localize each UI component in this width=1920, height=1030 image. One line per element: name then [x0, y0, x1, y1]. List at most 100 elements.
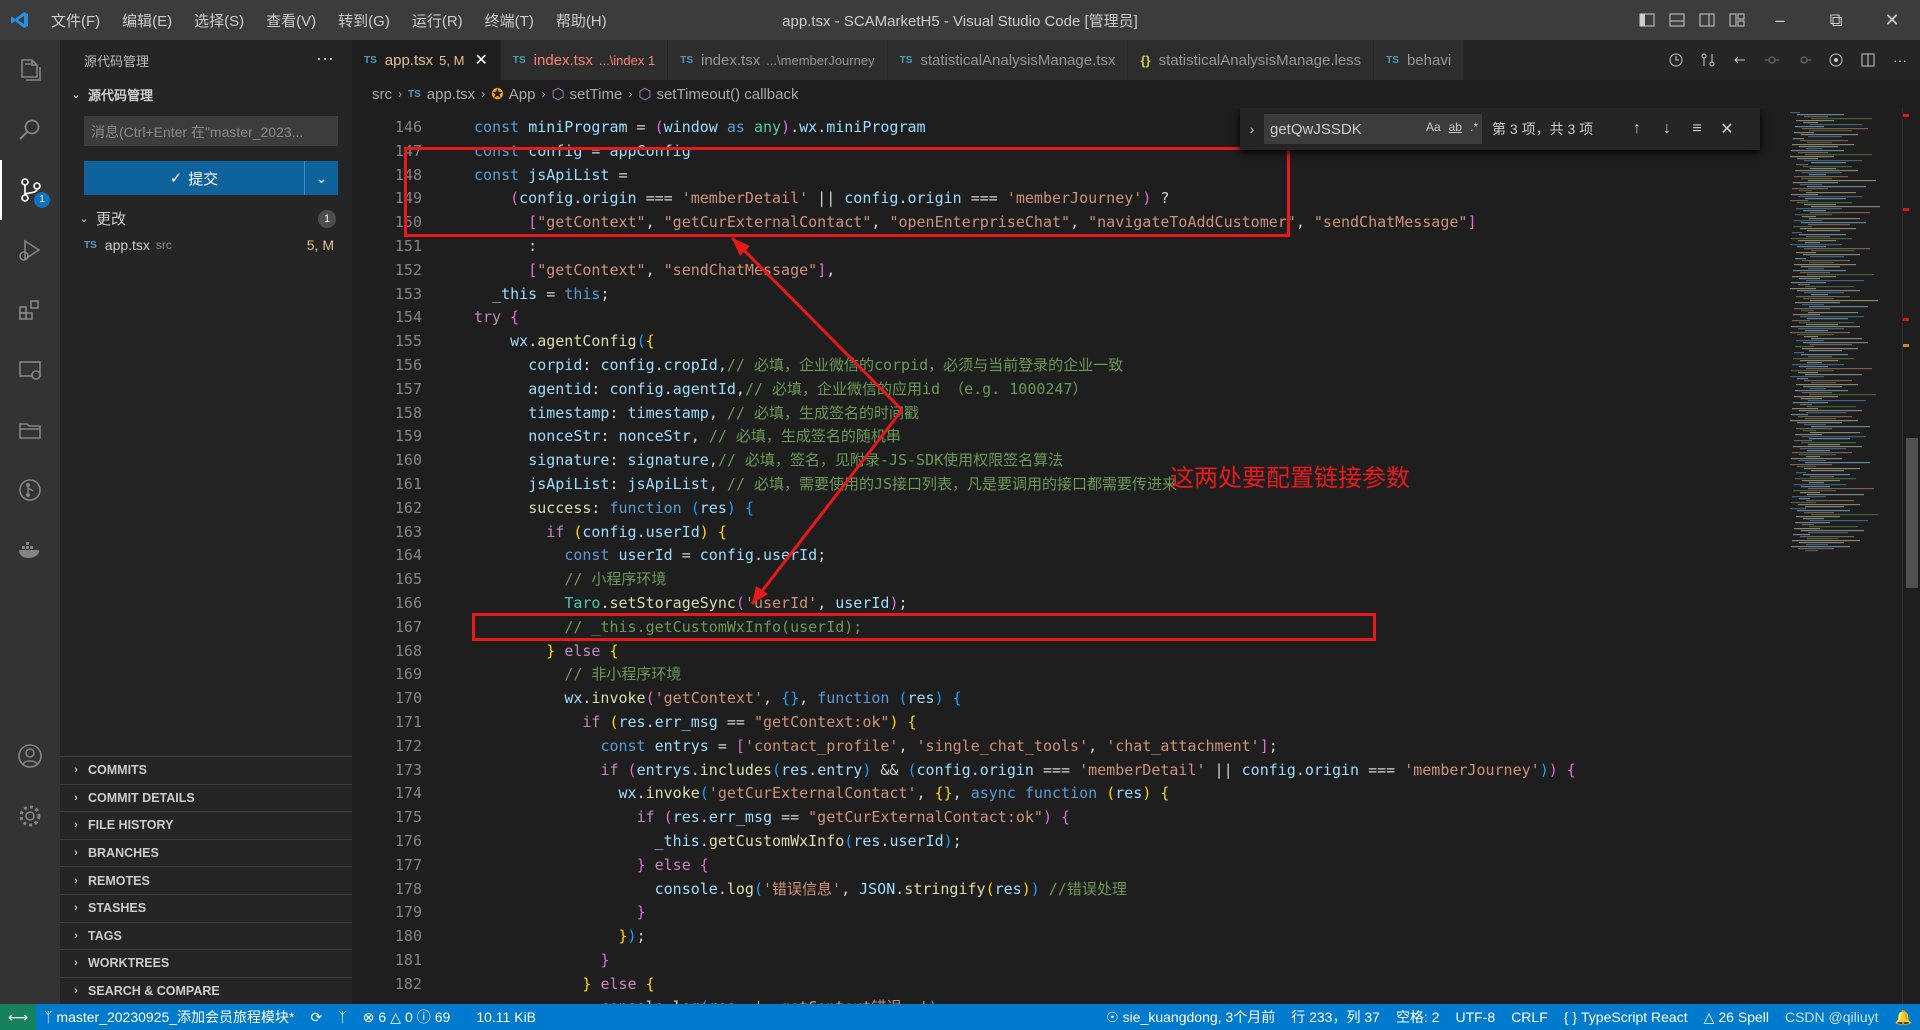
cursor-position[interactable]: 行 233，列 37: [1283, 1007, 1388, 1027]
minimap-line: [1798, 372, 1818, 374]
encoding[interactable]: UTF-8: [1448, 1009, 1504, 1025]
section-commit-details[interactable]: › COMMIT DETAILS: [60, 783, 352, 812]
section-tags[interactable]: › TAGS: [60, 921, 352, 950]
tab-statistical-analysis-less[interactable]: {} statisticalAnalysisManage.less: [1128, 40, 1375, 80]
changes-group[interactable]: ⌄ 更改 1: [60, 204, 352, 232]
folder-icon[interactable]: [0, 400, 60, 460]
git-lens-icon[interactable]: [1820, 40, 1852, 80]
next-change-icon[interactable]: [1788, 40, 1820, 80]
menu-edit[interactable]: 编辑(E): [111, 10, 183, 31]
close-tab-icon[interactable]: ✕: [474, 50, 487, 70]
git-graph-icon[interactable]: [0, 460, 60, 520]
menu-view[interactable]: 查看(V): [255, 10, 327, 31]
use-regex-icon[interactable]: .*: [1470, 120, 1478, 134]
problems-status[interactable]: ⊗ 6 △ 0 ⓘ 69: [355, 1007, 459, 1027]
minimap[interactable]: [1786, 108, 1902, 1004]
line-number: 180: [394, 927, 422, 946]
end-of-line[interactable]: CRLF: [1503, 1009, 1556, 1025]
menu-go[interactable]: 转到(G): [327, 10, 401, 31]
close-find-icon[interactable]: ✕: [1712, 119, 1742, 139]
scrollbar-thumb[interactable]: [1906, 438, 1918, 588]
blame-status[interactable]: ☉ sie_kuangdong, 3个月前: [1098, 1007, 1283, 1027]
minimize-icon[interactable]: –: [1752, 0, 1808, 40]
git-graph-status-icon[interactable]: ᛉ: [330, 1009, 354, 1025]
menu-help[interactable]: 帮助(H): [545, 10, 618, 31]
section-branches[interactable]: › BRANCHES: [60, 838, 352, 867]
remote-explorer-icon[interactable]: [0, 340, 60, 400]
toggle-replace-chevron-icon[interactable]: ›: [1240, 121, 1264, 137]
run-debug-icon[interactable]: [0, 220, 60, 280]
revert-icon[interactable]: [1724, 40, 1756, 80]
vertical-scrollbar[interactable]: [1902, 108, 1920, 1004]
branch-status[interactable]: ᛉ master_20230925_添加会员旅程模块*: [36, 1007, 303, 1027]
minimap-line: [1809, 306, 1868, 308]
minimap-line: [1810, 124, 1862, 126]
more-actions-icon[interactable]: ···: [316, 48, 334, 69]
section-commits[interactable]: › COMMITS: [60, 756, 352, 784]
timeline-icon[interactable]: [1660, 40, 1692, 80]
toggle-secondary-sidebar-icon[interactable]: [1692, 0, 1722, 40]
minimap-line: [1807, 318, 1848, 320]
previous-change-icon[interactable]: [1756, 40, 1788, 80]
menu-run[interactable]: 运行(R): [401, 10, 474, 31]
scm-section-header[interactable]: ⌄ 源代码管理: [60, 80, 352, 108]
breadcrumb-item[interactable]: App: [509, 86, 536, 103]
more-actions-icon[interactable]: ···: [1884, 40, 1916, 80]
section-search-compare[interactable]: › SEARCH & COMPARE: [60, 976, 352, 1005]
code-editor[interactable]: 146 147 148 149 150 151 152 153 154 155 156 157 158 1…: [352, 108, 1920, 1004]
toggle-sidebar-icon[interactable]: [1632, 0, 1662, 40]
minimap-line: [1790, 508, 1806, 510]
source-control-icon[interactable]: 1: [0, 160, 60, 220]
indentation[interactable]: 空格: 2: [1388, 1007, 1448, 1027]
commit-button[interactable]: ✓ 提交: [84, 161, 304, 195]
spell-status[interactable]: △ 26 Spell: [1696, 1009, 1777, 1026]
section-worktrees[interactable]: › WORKTREES: [60, 949, 352, 977]
restore-icon[interactable]: ⧉: [1808, 0, 1864, 40]
sync-icon[interactable]: ⟳: [303, 1009, 331, 1026]
section-remotes[interactable]: › REMOTES: [60, 866, 352, 894]
tab-statistical-analysis-tsx[interactable]: TS statisticalAnalysisManage.tsx: [887, 40, 1129, 80]
find-in-selection-icon[interactable]: ≡: [1682, 120, 1712, 138]
docker-icon[interactable]: [0, 520, 60, 580]
account-icon[interactable]: [0, 726, 60, 786]
notifications-bell-icon[interactable]: 🔔: [1887, 1009, 1920, 1026]
tab-app-tsx[interactable]: TS app.tsx 5, M ✕: [352, 40, 501, 80]
next-match-arrow-down-icon[interactable]: ↓: [1652, 120, 1682, 138]
tab-index-tsx[interactable]: TS index.tsx ...\index 1: [500, 40, 669, 80]
tab-index-tsx-memberjourney[interactable]: TS index.tsx ...\memberJourney: [668, 40, 888, 80]
toggle-panel-icon[interactable]: [1662, 0, 1692, 40]
commit-dropdown-chevron-icon[interactable]: ⌄: [304, 161, 338, 195]
breadcrumb-item[interactable]: src: [372, 86, 392, 103]
minimap-line: [1806, 148, 1822, 150]
section-file-history[interactable]: › FILE HISTORY: [60, 811, 352, 839]
section-stashes[interactable]: › STASHES: [60, 893, 352, 922]
match-whole-word-icon[interactable]: ab: [1449, 120, 1462, 134]
compare-changes-icon[interactable]: [1692, 40, 1724, 80]
breadcrumb-item[interactable]: setTimeout() callback: [656, 86, 798, 103]
chevron-right-icon: ›: [74, 902, 78, 915]
extensions-icon[interactable]: [0, 280, 60, 340]
commit-message-input[interactable]: 消息(Ctrl+Enter 在"master_2023...: [84, 116, 338, 146]
minimap-line: [1806, 236, 1830, 238]
match-case-icon[interactable]: Aa: [1426, 120, 1441, 134]
menu-terminal[interactable]: 终端(T): [474, 10, 545, 31]
menu-file[interactable]: 文件(F): [40, 10, 111, 31]
tab-behavi[interactable]: TS behavi: [1374, 40, 1465, 80]
remote-indicator-icon[interactable]: ⟷: [0, 1004, 36, 1030]
breadcrumb-item[interactable]: app.tsx: [427, 86, 475, 103]
settings-gear-icon[interactable]: [0, 786, 60, 846]
minimap-line: [1797, 114, 1844, 116]
menu-selection[interactable]: 选择(S): [183, 10, 255, 31]
changed-file-item[interactable]: TS app.tsx src 5, M: [60, 232, 352, 258]
search-icon[interactable]: [0, 100, 60, 160]
customize-layout-icon[interactable]: [1722, 0, 1752, 40]
find-input[interactable]: getQwJSSDK Aa ab .*: [1264, 114, 1482, 144]
explorer-icon[interactable]: [0, 40, 60, 100]
breadcrumb-item[interactable]: setTime: [570, 86, 623, 103]
close-window-icon[interactable]: ✕: [1864, 0, 1920, 40]
language-mode[interactable]: { } TypeScript React: [1556, 1009, 1696, 1025]
split-editor-icon[interactable]: [1852, 40, 1884, 80]
previous-match-arrow-up-icon[interactable]: ↑: [1622, 120, 1652, 138]
minimap-line: [1807, 230, 1840, 232]
minimap-line: [1802, 172, 1842, 174]
